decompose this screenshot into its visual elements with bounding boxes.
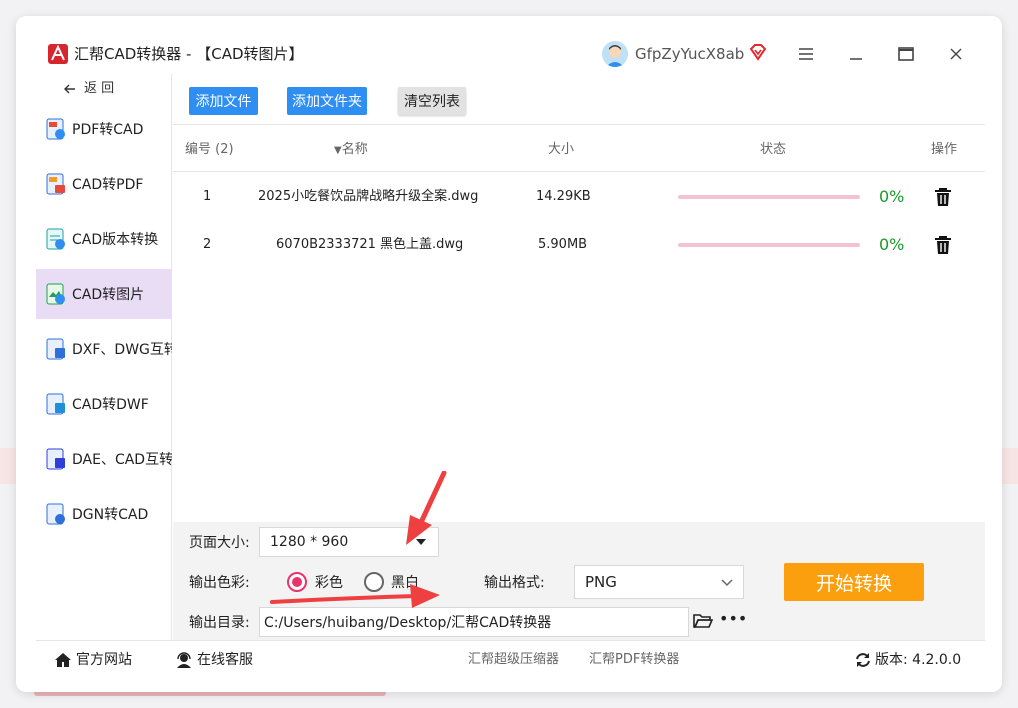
column-header-action: 操作 bbox=[931, 142, 958, 157]
version-info: 版本: 4.2.0.0 bbox=[855, 651, 961, 669]
output-color-label: 输出色彩: bbox=[189, 575, 250, 591]
dae-cad-icon bbox=[46, 448, 65, 470]
hamburger-icon[interactable] bbox=[796, 44, 816, 64]
dgn-to-cad-icon bbox=[46, 503, 65, 525]
username[interactable]: GfpZyYucX8ab bbox=[635, 44, 744, 64]
output-dir-field[interactable]: C:/Users/huibang/Desktop/汇帮CAD转换器 bbox=[259, 607, 689, 637]
sidebar-item-cad-to-pdf[interactable]: CAD转PDF bbox=[36, 159, 172, 209]
cad-version-icon bbox=[46, 228, 65, 250]
bw-option-label[interactable]: 黑白 bbox=[391, 574, 419, 592]
sidebar-item-label: CAD版本转换 bbox=[72, 232, 159, 248]
add-file-button[interactable]: 添加文件 bbox=[189, 87, 258, 115]
output-format-select[interactable]: PNG bbox=[574, 565, 744, 599]
output-dir-value: C:/Users/huibang/Desktop/汇帮CAD转换器 bbox=[264, 615, 552, 631]
sidebar-item-label: DGN转CAD bbox=[72, 507, 149, 523]
progress-percent: 0% bbox=[879, 187, 905, 206]
column-header-index[interactable]: 编号 (2) bbox=[185, 142, 234, 158]
column-header-size[interactable]: 大小 bbox=[548, 142, 574, 158]
sidebar-item-cad-to-dwf[interactable]: CAD转DWF bbox=[36, 379, 172, 429]
trash-icon[interactable] bbox=[934, 235, 952, 255]
sidebar-item-pdf-to-cad[interactable]: PDF转CAD bbox=[36, 104, 172, 154]
pdf-to-cad-icon bbox=[46, 118, 65, 140]
sidebar-item-label: CAD转图片 bbox=[72, 287, 145, 303]
row-index: 2 bbox=[203, 237, 212, 252]
dxf-dwg-icon bbox=[46, 338, 65, 360]
sidebar-item-label: CAD转DWF bbox=[72, 397, 149, 413]
more-icon[interactable]: ••• bbox=[719, 611, 747, 627]
version-label: 版本: 4.2.0.0 bbox=[875, 652, 962, 668]
website-label: 官方网站 bbox=[76, 652, 132, 668]
output-format-label: 输出格式: bbox=[484, 575, 545, 591]
sidebar-item-label: DXF、DWG互转 bbox=[72, 342, 172, 358]
sidebar-item-cad-to-image[interactable]: CAD转图片 bbox=[36, 269, 172, 319]
bw-radio[interactable] bbox=[364, 572, 384, 592]
progress-percent: 0% bbox=[879, 235, 905, 254]
support-label: 在线客服 bbox=[197, 652, 253, 668]
row-file-size: 14.29KB bbox=[536, 189, 591, 204]
row-index: 1 bbox=[203, 189, 212, 204]
app-window: 汇帮CAD转换器 - 【CAD转图片】 GfpZyYucX8ab 返 回 PDF… bbox=[16, 16, 1002, 692]
sidebar-item-dgn-to-cad[interactable]: DGN转CAD bbox=[36, 489, 172, 539]
page-size-value: 1280 * 960 bbox=[270, 534, 349, 550]
support-agent-icon bbox=[177, 652, 191, 668]
maximize-icon[interactable] bbox=[896, 44, 916, 64]
row-file-size: 5.90MB bbox=[538, 237, 588, 252]
row-file-name: 2025小吃餐饮品牌战略升级全案.dwg bbox=[258, 189, 479, 204]
add-folder-button[interactable]: 添加文件夹 bbox=[287, 87, 367, 115]
footer: 官方网站 在线客服 汇帮超级压缩器 汇帮PDF转换器 版本: 4.2.0.0 bbox=[36, 640, 985, 678]
cad-to-image-icon bbox=[46, 283, 65, 305]
clear-list-button[interactable]: 清空列表 bbox=[398, 87, 466, 115]
column-header-status[interactable]: 状态 bbox=[760, 142, 786, 158]
progress-bar bbox=[678, 195, 860, 199]
output-format-value: PNG bbox=[585, 573, 617, 591]
page-size-select[interactable]: 1280 * 960 bbox=[259, 527, 439, 557]
trash-icon[interactable] bbox=[934, 187, 952, 207]
sidebar-item-cad-version[interactable]: CAD版本转换 bbox=[36, 214, 172, 264]
output-dir-label: 输出目录: bbox=[189, 615, 250, 631]
color-radio[interactable] bbox=[287, 572, 307, 592]
diamond-vip-icon[interactable] bbox=[749, 43, 767, 61]
website-link[interactable]: 官方网站 bbox=[54, 651, 132, 669]
back-arrow-icon bbox=[64, 84, 75, 94]
sidebar-item-dae-cad[interactable]: DAE、CAD互转 bbox=[36, 434, 172, 484]
sidebar: 返 回 PDF转CAD CAD转PDF CAD版本转换 CAD转图片 DXF、D… bbox=[36, 74, 172, 640]
color-option-label[interactable]: 彩色 bbox=[315, 574, 343, 592]
compressor-link[interactable]: 汇帮超级压缩器 bbox=[468, 651, 559, 669]
caret-down-icon bbox=[416, 539, 426, 545]
column-header-name[interactable]: ▼名称 bbox=[334, 142, 368, 159]
start-convert-button[interactable]: 开始转换 bbox=[784, 563, 924, 601]
back-label: 返 回 bbox=[84, 81, 115, 96]
title-bar: 汇帮CAD转换器 - 【CAD转图片】 GfpZyYucX8ab bbox=[16, 16, 1002, 76]
divider bbox=[173, 171, 985, 172]
window-title: 汇帮CAD转换器 - 【CAD转图片】 bbox=[74, 45, 304, 63]
column-header-name-label: 名称 bbox=[341, 142, 368, 157]
row-file-name: 6070B2333721 黑色上盖.dwg bbox=[276, 237, 464, 252]
close-icon[interactable] bbox=[946, 44, 966, 64]
sidebar-item-label: CAD转PDF bbox=[72, 177, 144, 193]
progress-bar bbox=[678, 243, 860, 247]
cad-to-dwf-icon bbox=[46, 393, 65, 415]
sidebar-item-dxf-dwg[interactable]: DXF、DWG互转 bbox=[36, 324, 172, 374]
pdf-converter-link[interactable]: 汇帮PDF转换器 bbox=[589, 651, 679, 669]
support-link[interactable]: 在线客服 bbox=[175, 651, 253, 669]
minimize-icon[interactable] bbox=[846, 44, 866, 64]
sidebar-item-label: PDF转CAD bbox=[72, 122, 144, 138]
chevron-down-icon bbox=[721, 579, 733, 587]
back-button[interactable]: 返 回 bbox=[64, 80, 114, 98]
refresh-icon[interactable] bbox=[855, 652, 871, 668]
home-icon bbox=[55, 653, 71, 667]
avatar[interactable] bbox=[602, 41, 628, 67]
cad-app-logo-icon bbox=[48, 44, 68, 64]
sort-down-icon: ▼ bbox=[334, 145, 342, 156]
divider bbox=[173, 124, 985, 125]
folder-open-icon[interactable] bbox=[693, 613, 713, 629]
sidebar-item-label: DAE、CAD互转 bbox=[72, 452, 172, 468]
cad-to-pdf-icon bbox=[46, 173, 65, 195]
page-size-label: 页面大小: bbox=[189, 535, 250, 551]
